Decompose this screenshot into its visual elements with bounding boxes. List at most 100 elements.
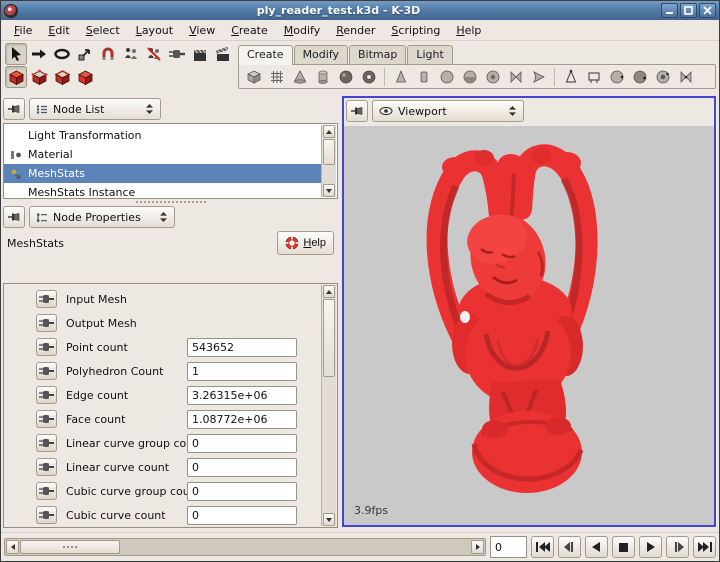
property-value-input[interactable] bbox=[187, 506, 297, 525]
timeline-scrollbar-thumb[interactable] bbox=[20, 540, 120, 554]
select-points-mode-button[interactable] bbox=[28, 66, 50, 88]
property-value-input[interactable] bbox=[187, 434, 297, 453]
nurbs-hyperboloid-icon[interactable] bbox=[675, 66, 696, 87]
scroll-down-arrow[interactable] bbox=[323, 513, 335, 526]
menu-modify[interactable]: Modify bbox=[277, 22, 327, 39]
skip-to-start-button[interactable] bbox=[531, 536, 554, 558]
property-value-input[interactable] bbox=[187, 338, 297, 357]
node-list-item[interactable]: Light Transformation bbox=[4, 126, 321, 145]
node-list-item[interactable]: MeshStats Instance bbox=[4, 183, 321, 199]
menu-help[interactable]: Help bbox=[449, 22, 488, 39]
menu-layout[interactable]: Layout bbox=[129, 22, 180, 39]
plug-button[interactable] bbox=[36, 434, 57, 452]
plug-button[interactable] bbox=[36, 410, 57, 428]
snap-tool-button[interactable] bbox=[97, 43, 119, 65]
poly-sphere-icon[interactable] bbox=[335, 66, 356, 87]
nurbs-hemisphere-icon[interactable] bbox=[629, 66, 650, 87]
scroll-left-arrow[interactable] bbox=[6, 540, 19, 554]
menu-edit[interactable]: Edit bbox=[41, 22, 76, 39]
render-preview-button[interactable] bbox=[189, 43, 211, 65]
pin-button[interactable] bbox=[346, 100, 368, 122]
nurbs-cone-icon[interactable] bbox=[560, 66, 581, 87]
plug-button[interactable] bbox=[36, 482, 57, 500]
plug-button[interactable] bbox=[36, 458, 57, 476]
menu-render[interactable]: Render bbox=[329, 22, 382, 39]
node-properties-panel-selector[interactable]: Node Properties bbox=[29, 206, 175, 228]
poly-torus-icon[interactable] bbox=[358, 66, 379, 87]
node-list-panel-selector[interactable]: Node List bbox=[29, 98, 161, 120]
skip-to-end-button[interactable] bbox=[693, 536, 716, 558]
quadric-cone-icon[interactable] bbox=[390, 66, 411, 87]
property-value-input[interactable] bbox=[187, 362, 297, 381]
rotate-tool-button[interactable] bbox=[51, 43, 73, 65]
plug-tool-button[interactable] bbox=[166, 43, 188, 65]
plug-button[interactable] bbox=[36, 290, 57, 308]
menu-view[interactable]: View bbox=[182, 22, 222, 39]
help-button[interactable]: Help bbox=[277, 231, 334, 255]
viewport-canvas[interactable]: 3.9fps bbox=[344, 126, 714, 525]
property-value-input[interactable] bbox=[187, 386, 297, 405]
quadric-cylinder-icon[interactable] bbox=[413, 66, 434, 87]
menu-file[interactable]: File bbox=[7, 22, 39, 39]
render-animation-button[interactable] bbox=[212, 43, 234, 65]
node-list-scrollbar[interactable] bbox=[321, 125, 336, 197]
step-forward-button[interactable] bbox=[666, 536, 689, 558]
poly-grid-icon[interactable] bbox=[266, 66, 287, 87]
scrollbar-thumb[interactable] bbox=[323, 139, 335, 165]
maximize-button[interactable] bbox=[680, 3, 697, 18]
property-value-input[interactable] bbox=[187, 410, 297, 429]
plug-button[interactable] bbox=[36, 386, 57, 404]
plug-button[interactable] bbox=[36, 314, 57, 332]
move-tool-button[interactable] bbox=[28, 43, 50, 65]
tab-bitmap[interactable]: Bitmap bbox=[349, 45, 406, 64]
select-faces-mode-button[interactable] bbox=[74, 66, 96, 88]
scrollbar-thumb[interactable] bbox=[323, 299, 335, 377]
property-value-input[interactable] bbox=[187, 482, 297, 501]
plug-button[interactable] bbox=[36, 362, 57, 380]
unparent-tool-button[interactable] bbox=[143, 43, 165, 65]
select-tool-button[interactable] bbox=[5, 43, 27, 65]
scale-tool-button[interactable] bbox=[74, 43, 96, 65]
tab-modify[interactable]: Modify bbox=[294, 45, 348, 64]
quadric-disk-icon[interactable] bbox=[482, 66, 503, 87]
close-button[interactable] bbox=[699, 3, 716, 18]
viewport-panel-selector[interactable]: Viewport bbox=[372, 100, 524, 122]
pin-button[interactable] bbox=[3, 206, 25, 228]
happy-buddha-model[interactable] bbox=[398, 134, 648, 524]
play-button[interactable] bbox=[639, 536, 662, 558]
scroll-up-arrow[interactable] bbox=[323, 125, 335, 138]
quadric-hyperboloid-icon[interactable] bbox=[505, 66, 526, 87]
select-lines-mode-button[interactable] bbox=[51, 66, 73, 88]
menu-select[interactable]: Select bbox=[79, 22, 127, 39]
pin-button[interactable] bbox=[3, 98, 25, 120]
select-nodes-mode-button[interactable] bbox=[5, 66, 27, 88]
plug-button[interactable] bbox=[36, 338, 57, 356]
scroll-right-arrow[interactable] bbox=[471, 540, 484, 554]
plug-button[interactable] bbox=[36, 506, 57, 524]
stop-button[interactable] bbox=[612, 536, 635, 558]
poly-cube-icon[interactable] bbox=[243, 66, 264, 87]
quadric-hemisphere-icon[interactable] bbox=[459, 66, 480, 87]
play-reverse-button[interactable] bbox=[585, 536, 608, 558]
tab-create[interactable]: Create bbox=[238, 45, 293, 65]
timeline-scrollbar[interactable] bbox=[4, 538, 486, 556]
scroll-up-arrow[interactable] bbox=[323, 285, 335, 298]
minimize-button[interactable] bbox=[661, 3, 678, 18]
nurbs-grid-icon[interactable] bbox=[583, 66, 604, 87]
quadric-sphere-icon[interactable] bbox=[436, 66, 457, 87]
menu-create[interactable]: Create bbox=[224, 22, 275, 39]
step-back-button[interactable] bbox=[558, 536, 581, 558]
nurbs-disk-icon[interactable] bbox=[652, 66, 673, 87]
scroll-down-arrow[interactable] bbox=[323, 184, 335, 197]
quadric-paraboloid-icon[interactable] bbox=[528, 66, 549, 87]
property-value-input[interactable] bbox=[187, 458, 297, 477]
node-properties-scrollbar[interactable] bbox=[321, 285, 336, 526]
node-list-item[interactable]: Material bbox=[4, 145, 321, 164]
frame-number-input[interactable] bbox=[490, 536, 527, 558]
poly-cylinder-icon[interactable] bbox=[312, 66, 333, 87]
node-list-item-selected[interactable]: MeshStats bbox=[4, 164, 321, 183]
nurbs-sphere-icon[interactable] bbox=[606, 66, 627, 87]
menu-scripting[interactable]: Scripting bbox=[384, 22, 447, 39]
titlebar[interactable]: ply_reader_test.k3d - K-3D bbox=[1, 1, 719, 20]
tab-light[interactable]: Light bbox=[407, 45, 452, 64]
